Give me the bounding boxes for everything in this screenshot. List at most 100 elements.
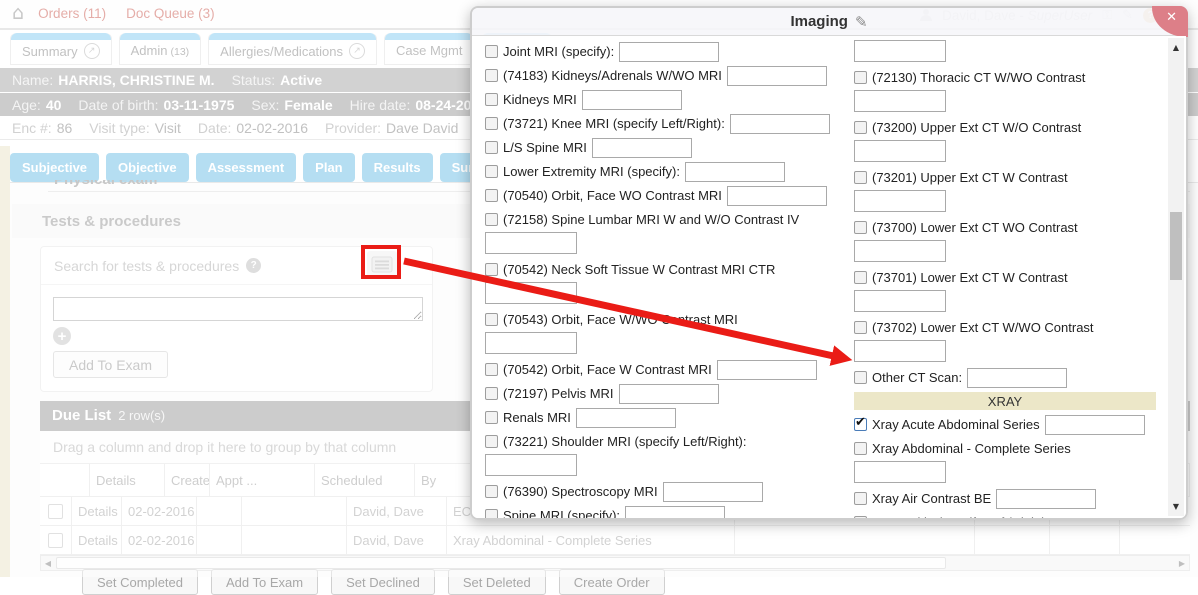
item-label: Lower Extremity MRI (specify): bbox=[503, 164, 680, 179]
item-checkbox[interactable] bbox=[485, 117, 498, 130]
item-checkbox[interactable] bbox=[485, 411, 498, 424]
imaging-item: Joint MRI (specify): bbox=[485, 40, 845, 63]
item-label: Renals MRI bbox=[503, 410, 571, 425]
item-label: (73721) Knee MRI (specify Left/Right): bbox=[503, 116, 725, 131]
scroll-up-icon[interactable]: ▲ bbox=[1168, 43, 1184, 52]
imaging-item bbox=[854, 40, 1156, 62]
scroll-down-icon[interactable]: ▼ bbox=[1168, 502, 1184, 511]
item-checkbox[interactable] bbox=[854, 516, 867, 518]
item-checkbox[interactable] bbox=[485, 387, 498, 400]
specify-input[interactable] bbox=[854, 140, 946, 162]
item-label: Xray Ankle (specify Left/Right): bbox=[872, 515, 1050, 518]
specify-input[interactable] bbox=[967, 368, 1067, 388]
check-icon: ✔ bbox=[855, 415, 866, 430]
imaging-item: (73200) Upper Ext CT W/O Contrast bbox=[854, 116, 1156, 162]
specify-input[interactable] bbox=[485, 332, 577, 354]
imaging-right-column: (72130) Thoracic CT W/WO Contrast (73200… bbox=[854, 39, 1156, 518]
imaging-item: (73721) Knee MRI (specify Left/Right): bbox=[485, 112, 845, 135]
item-checkbox[interactable] bbox=[485, 363, 498, 376]
item-label: (70543) Orbit, Face W/WO Contrast MRI bbox=[503, 312, 738, 327]
specify-input[interactable] bbox=[576, 408, 676, 428]
item-checkbox[interactable] bbox=[485, 485, 498, 498]
item-checkbox[interactable] bbox=[485, 509, 498, 518]
imaging-item: (76390) Spectroscopy MRI bbox=[485, 480, 845, 503]
specify-input[interactable] bbox=[485, 454, 577, 476]
item-checkbox[interactable] bbox=[485, 263, 498, 276]
item-checkbox[interactable] bbox=[854, 171, 867, 184]
specify-input[interactable] bbox=[685, 162, 785, 182]
item-checkbox[interactable] bbox=[854, 271, 867, 284]
specify-input[interactable] bbox=[854, 240, 946, 262]
scrollbar-thumb[interactable] bbox=[1170, 212, 1182, 280]
highlight-box bbox=[361, 245, 401, 279]
specify-input[interactable] bbox=[619, 384, 719, 404]
specify-input[interactable] bbox=[619, 42, 719, 62]
specify-input[interactable] bbox=[854, 40, 946, 62]
item-checkbox[interactable] bbox=[485, 165, 498, 178]
item-checkbox[interactable] bbox=[485, 45, 498, 58]
item-checkbox[interactable] bbox=[854, 121, 867, 134]
imaging-left-column: Joint MRI (specify): (74183) Kidneys/Adr… bbox=[485, 39, 845, 518]
imaging-item: (72130) Thoracic CT W/WO Contrast bbox=[854, 66, 1156, 112]
item-checkbox[interactable] bbox=[485, 93, 498, 106]
specify-input[interactable] bbox=[730, 114, 830, 134]
item-label: Spine MRI (specify): bbox=[503, 508, 620, 518]
item-checkbox[interactable] bbox=[485, 141, 498, 154]
specify-input[interactable] bbox=[582, 90, 682, 110]
item-label: (73701) Lower Ext CT W Contrast bbox=[872, 270, 1068, 285]
imaging-item: Renals MRI bbox=[485, 406, 845, 429]
imaging-item: (70542) Neck Soft Tissue W Contrast MRI … bbox=[485, 258, 845, 304]
item-label: (74183) Kidneys/Adrenals W/WO MRI bbox=[503, 68, 722, 83]
item-checkbox[interactable] bbox=[485, 435, 498, 448]
specify-input[interactable] bbox=[485, 282, 577, 304]
imaging-item: Other CT Scan: bbox=[854, 366, 1156, 389]
item-label: Xray Acute Abdominal Series bbox=[872, 417, 1040, 432]
specify-input[interactable] bbox=[1045, 415, 1145, 435]
item-label: (72197) Pelvis MRI bbox=[503, 386, 614, 401]
item-checkbox[interactable] bbox=[485, 69, 498, 82]
item-label: (72130) Thoracic CT W/WO Contrast bbox=[872, 70, 1085, 85]
item-checkbox[interactable] bbox=[485, 189, 498, 202]
item-checkbox[interactable] bbox=[854, 442, 867, 455]
specify-input[interactable] bbox=[625, 506, 725, 519]
edit-pencil-icon[interactable]: ✎ bbox=[855, 13, 868, 31]
imaging-item: Xray Ankle (specify Left/Right): bbox=[854, 511, 1156, 518]
specify-input[interactable] bbox=[854, 290, 946, 312]
dialog-header[interactable]: Imaging ✎ bbox=[472, 8, 1186, 36]
imaging-item: (73221) Shoulder MRI (specify Left/Right… bbox=[485, 430, 845, 476]
dialog-scrollbar[interactable]: ▲ ▼ bbox=[1168, 38, 1184, 516]
imaging-item: (73700) Lower Ext CT WO Contrast bbox=[854, 216, 1156, 262]
item-label: (73200) Upper Ext CT W/O Contrast bbox=[872, 120, 1081, 135]
specify-input[interactable] bbox=[996, 489, 1096, 509]
specify-input[interactable] bbox=[854, 461, 946, 483]
item-label: Other CT Scan: bbox=[872, 370, 962, 385]
specify-input[interactable] bbox=[727, 186, 827, 206]
specify-input[interactable] bbox=[485, 232, 577, 254]
item-checkbox[interactable] bbox=[485, 213, 498, 226]
imaging-item: XRAY bbox=[854, 392, 1156, 410]
item-label: Xray Abdominal - Complete Series bbox=[872, 441, 1071, 456]
item-checkbox[interactable] bbox=[854, 71, 867, 84]
item-label: L/S Spine MRI bbox=[503, 140, 587, 155]
specify-input[interactable] bbox=[727, 66, 827, 86]
imaging-item: Xray Air Contrast BE bbox=[854, 487, 1156, 510]
specify-input[interactable] bbox=[592, 138, 692, 158]
item-checkbox[interactable] bbox=[854, 321, 867, 334]
specify-input[interactable] bbox=[854, 340, 946, 362]
item-checkbox[interactable] bbox=[854, 371, 867, 384]
item-label: Xray Air Contrast BE bbox=[872, 491, 991, 506]
imaging-item: (70542) Orbit, Face W Contrast MRI bbox=[485, 358, 845, 381]
specify-input[interactable] bbox=[854, 90, 946, 112]
specify-input[interactable] bbox=[717, 360, 817, 380]
imaging-item: (73201) Upper Ext CT W Contrast bbox=[854, 166, 1156, 212]
item-checkbox[interactable]: ✔ bbox=[854, 418, 867, 431]
specify-input[interactable] bbox=[663, 482, 763, 502]
imaging-item: L/S Spine MRI bbox=[485, 136, 845, 159]
imaging-item: (73701) Lower Ext CT W Contrast bbox=[854, 266, 1156, 312]
item-checkbox[interactable] bbox=[485, 313, 498, 326]
dialog-title: Imaging bbox=[790, 13, 848, 30]
specify-input[interactable] bbox=[854, 190, 946, 212]
item-label: (73201) Upper Ext CT W Contrast bbox=[872, 170, 1068, 185]
item-checkbox[interactable] bbox=[854, 221, 867, 234]
item-checkbox[interactable] bbox=[854, 492, 867, 505]
